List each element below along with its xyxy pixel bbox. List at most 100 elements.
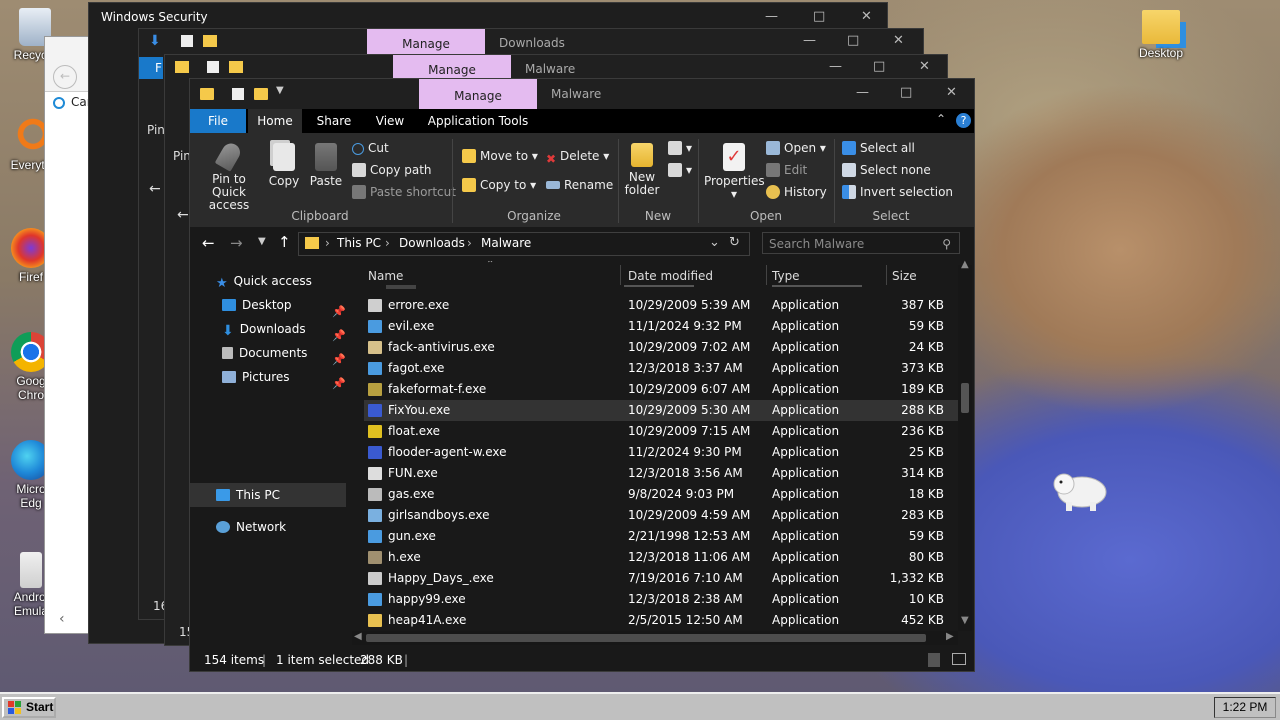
horizontal-scroll-thumb[interactable] — [366, 634, 926, 642]
pin-icon[interactable]: 📌 — [332, 377, 346, 390]
invert-selection-button[interactable]: Invert selection — [842, 185, 953, 199]
copy-button[interactable]: Copy — [266, 143, 302, 188]
maximize-icon[interactable]: □ — [900, 85, 912, 100]
forward-icon[interactable]: → — [230, 234, 243, 252]
pin-icon[interactable]: 📌 — [332, 353, 346, 366]
paste-button[interactable]: Paste — [308, 143, 344, 188]
title-bar[interactable]: ▼ Manage Malware — □ ✕ — [190, 79, 974, 109]
search-input[interactable]: Search Malware ⚲ — [762, 232, 960, 254]
select-all-button[interactable]: Select all — [842, 141, 915, 155]
address-dropdown-icon[interactable]: ⌄ — [709, 235, 720, 250]
manage-tab[interactable]: Manage — [367, 29, 485, 55]
cut-button[interactable]: Cut — [352, 141, 389, 155]
easy-access-button[interactable]: ▾ — [668, 163, 692, 177]
scroll-up-icon[interactable]: ▲ — [961, 259, 969, 270]
history-button[interactable]: History — [766, 185, 827, 199]
qat-dropdown-icon[interactable]: ▼ — [276, 85, 284, 96]
close-icon[interactable]: ✕ — [946, 85, 957, 100]
scroll-right-icon[interactable]: ▶ — [946, 631, 954, 642]
address-bar[interactable]: › This PC › Downloads › Malware ⌄ ↻ — [298, 232, 750, 256]
refresh-icon[interactable]: ↻ — [729, 235, 740, 250]
column-header-date[interactable]: Date modified — [628, 265, 713, 287]
minimize-icon[interactable]: — — [829, 59, 842, 74]
copy-path-button[interactable]: Copy path — [352, 163, 432, 177]
table-row[interactable]: fakeformat-f.exe 10/29/2009 6:07 AM Applic… — [364, 379, 958, 400]
tab-home[interactable]: Home — [248, 109, 302, 133]
minimize-icon[interactable]: — — [856, 85, 869, 100]
table-row[interactable]: fagot.exe 12/3/2018 3:37 AM Application 373… — [364, 358, 958, 379]
maximize-icon[interactable]: □ — [873, 59, 885, 74]
vertical-scrollbar[interactable]: ▲ ▼ — [958, 259, 972, 631]
table-row[interactable]: gun.exe 2/21/1998 12:53 AM Application 59 K… — [364, 526, 958, 547]
back-icon[interactable]: ← — [53, 65, 77, 89]
column-header-type[interactable]: Type — [772, 265, 800, 287]
table-row[interactable]: errore.exe 10/29/2009 5:39 AM Application 3… — [364, 295, 958, 316]
properties-button[interactable]: ✓ Properties ▾ — [704, 143, 765, 201]
table-row[interactable]: heap41A.exe 2/5/2015 12:50 AM Application 4… — [364, 610, 958, 631]
tab-file[interactable]: File — [190, 109, 246, 133]
maximize-icon[interactable]: □ — [847, 33, 859, 48]
collapse-ribbon-icon[interactable]: ⌃ — [936, 112, 946, 126]
recent-locations-icon[interactable]: ▼ — [258, 236, 266, 247]
table-row[interactable]: evil.exe 11/1/2024 9:32 PM Application 59 K… — [364, 316, 958, 337]
scroll-left-icon[interactable]: ◀ — [354, 631, 362, 642]
edit-button[interactable]: Edit — [766, 163, 807, 177]
table-row[interactable]: happy99.exe 12/3/2018 2:38 AM Application 1… — [364, 589, 958, 610]
large-icons-view-icon[interactable] — [952, 653, 966, 665]
close-icon[interactable]: ✕ — [919, 59, 930, 74]
details-view-icon[interactable] — [928, 653, 940, 667]
nav-item-desktop[interactable]: Desktop — [222, 293, 292, 317]
table-row[interactable]: girlsandboys.exe 10/29/2009 4:59 AM Applic… — [364, 505, 958, 526]
file-tab[interactable]: F — [139, 57, 163, 79]
tab-view[interactable]: View — [366, 109, 414, 133]
nav-quick-access[interactable]: ★ Quick access — [216, 269, 312, 293]
pin-to-quick-access-button[interactable]: Pin to Quick access — [196, 140, 262, 212]
breadcrumb-this-pc[interactable]: This PC — [337, 236, 381, 250]
back-arrow-icon[interactable]: ← — [177, 207, 189, 223]
column-separator[interactable] — [620, 265, 621, 285]
select-none-button[interactable]: Select none — [842, 163, 931, 177]
table-row[interactable]: float.exe 10/29/2009 7:15 AM Application 23… — [364, 421, 958, 442]
desktop-icon-desktop-folder[interactable]: Desktop — [1126, 10, 1196, 60]
close-icon[interactable]: ✕ — [893, 33, 904, 48]
minimize-icon[interactable]: — — [765, 9, 778, 24]
horizontal-scrollbar[interactable]: ◀ ▶ — [352, 631, 958, 645]
explorer-window[interactable]: ▼ Manage Malware — □ ✕ File Home Share V… — [189, 78, 975, 672]
tab-share[interactable]: Share — [308, 109, 360, 133]
scroll-down-icon[interactable]: ▼ — [961, 615, 969, 626]
back-icon[interactable]: ← — [202, 234, 215, 252]
table-row[interactable]: h.exe 12/3/2018 11:06 AM Application 80 KB — [364, 547, 958, 568]
maximize-icon[interactable]: □ — [813, 9, 825, 24]
paste-shortcut-button[interactable]: Paste shortcut — [352, 185, 456, 199]
new-item-button[interactable]: ▾ — [668, 141, 692, 155]
start-button[interactable]: Start — [2, 697, 56, 718]
column-separator[interactable] — [886, 265, 887, 285]
open-button[interactable]: Open ▾ — [766, 141, 826, 155]
nav-this-pc[interactable]: This PC — [216, 483, 280, 507]
file-list[interactable]: ⌃ Name Date modified Type Size errore.ex… — [350, 261, 972, 645]
nav-item-pictures[interactable]: Pictures — [222, 365, 290, 389]
rename-button[interactable]: Rename — [546, 178, 613, 192]
new-folder-button[interactable]: New folder — [622, 143, 662, 197]
pin-icon[interactable]: 📌 — [332, 305, 346, 318]
table-row[interactable]: flooder-agent-w.exe 11/2/2024 9:30 PM Appl… — [364, 442, 958, 463]
manage-tab[interactable]: Manage — [419, 79, 537, 109]
table-row[interactable]: FixYou.exe 10/29/2009 5:30 AM Application 2… — [364, 400, 958, 421]
up-icon[interactable]: ↑ — [278, 233, 291, 251]
tab-application-tools[interactable]: Application Tools — [422, 109, 534, 133]
delete-button[interactable]: ✖ Delete ▾ — [546, 149, 609, 166]
scroll-left-icon[interactable]: ‹ — [59, 611, 65, 627]
vertical-scroll-thumb[interactable] — [961, 383, 969, 413]
nav-item-documents[interactable]: Documents — [222, 341, 307, 365]
column-header-size[interactable]: Size — [892, 265, 917, 287]
nav-network[interactable]: Network — [216, 515, 286, 539]
column-header-name[interactable]: Name — [368, 265, 403, 287]
nav-item-downloads[interactable]: ⬇ Downloads — [222, 317, 306, 341]
pin-icon[interactable]: 📌 — [332, 329, 346, 342]
table-row[interactable]: FUN.exe 12/3/2018 3:56 AM Application 314 K… — [364, 463, 958, 484]
table-row[interactable]: gas.exe 9/8/2024 9:03 PM Application 18 KB — [364, 484, 958, 505]
breadcrumb-downloads[interactable]: Downloads — [399, 236, 465, 250]
breadcrumb-malware[interactable]: Malware — [481, 236, 531, 250]
copy-to-button[interactable]: Copy to ▾ — [462, 178, 536, 192]
close-icon[interactable]: ✕ — [861, 9, 872, 24]
